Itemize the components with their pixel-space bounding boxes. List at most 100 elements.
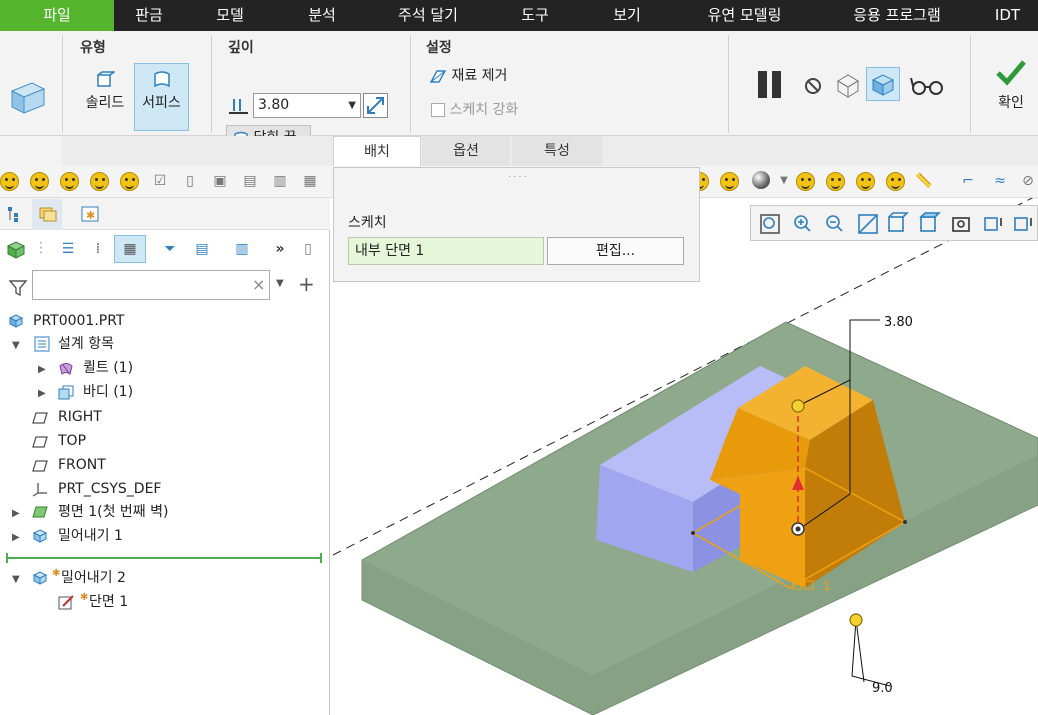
save-icon[interactable]: ▣ (210, 171, 230, 191)
tree-expand-icon[interactable]: ⁞ (88, 239, 108, 259)
tree-item-front[interactable]: FRONT (58, 454, 106, 476)
menu-applications[interactable]: 응용 프로그램 (817, 0, 977, 31)
remove-material-button[interactable]: 재료 제거 (428, 64, 528, 86)
tree-item-right[interactable]: RIGHT (58, 406, 102, 428)
tab-properties[interactable]: 특성 (512, 136, 602, 166)
curve-icon[interactable]: ≈ (990, 171, 1010, 191)
tree-settings-icon[interactable]: ▤ (192, 239, 212, 259)
angle-dimension-label[interactable]: 9.0 (872, 681, 893, 696)
tree-item-top[interactable]: TOP (58, 430, 86, 452)
smiley-icon[interactable] (826, 172, 845, 191)
smiley-icon[interactable] (120, 172, 139, 191)
verify-mode-button[interactable] (866, 67, 900, 101)
tree-root[interactable]: PRT0001.PRT (33, 310, 125, 332)
tree-item-body[interactable]: 바디 (1) (83, 381, 133, 403)
flip-direction-button[interactable] (363, 93, 388, 118)
surface-label: 서피스 (142, 95, 181, 111)
tab-placement[interactable]: 배치 (333, 136, 421, 166)
menu-file[interactable]: 파일 (0, 0, 114, 31)
depth-dimension-label[interactable]: 3.80 (884, 315, 913, 330)
menu-analysis[interactable]: 분석 (276, 0, 368, 31)
drag-handle-icon[interactable] (791, 399, 805, 413)
part-icon (8, 314, 24, 328)
solid-button[interactable]: 솔리드 (78, 63, 132, 131)
expand-toggle-icon[interactable]: ▼ (12, 340, 20, 351)
appearance-sphere-icon[interactable] (748, 171, 774, 191)
pause-icon[interactable] (754, 69, 786, 101)
expand-toggle-icon[interactable]: ▶ (12, 508, 20, 519)
menu-model[interactable]: 모델 (184, 0, 276, 31)
tree-columns-icon[interactable]: ☰ (58, 239, 78, 259)
tree-item-design-items[interactable]: 설계 항목 (58, 333, 114, 355)
add-icon[interactable]: + (298, 272, 315, 296)
depth-type-button[interactable] (226, 93, 251, 118)
expand-toggle-icon[interactable]: ▶ (12, 532, 20, 543)
zoom-fit-icon[interactable]: ⊘ (1018, 171, 1038, 191)
insert-indicator[interactable] (6, 557, 322, 559)
sketch-display-icon[interactable]: ⌐ (958, 171, 978, 191)
preview-wireframe-icon[interactable] (834, 71, 862, 99)
tree-item-section-1[interactable]: 단면 1 (89, 591, 128, 613)
favorites-icon[interactable]: ✱ (80, 205, 100, 223)
checkmark-icon (996, 60, 1026, 86)
quilt-icon (59, 363, 73, 375)
smiley-icon[interactable] (90, 172, 109, 191)
depth-value-dropdown[interactable]: 3.80 ▼ (253, 93, 361, 118)
expand-toggle-icon[interactable]: ▶ (38, 364, 46, 375)
smiley-icon[interactable] (60, 172, 79, 191)
body-icon (58, 385, 74, 400)
smiley-icon[interactable] (856, 172, 875, 191)
tree-item-extrude-1[interactable]: 밀어내기 1 (58, 525, 123, 547)
extrude-feature-icon (10, 82, 46, 114)
measure-icon[interactable]: 📏 (914, 171, 934, 191)
print-icon[interactable]: ▥ (270, 171, 290, 191)
chevron-down-icon[interactable]: ▼ (774, 171, 794, 191)
glasses-icon[interactable] (910, 75, 946, 97)
page-icon[interactable]: ▯ (298, 239, 318, 259)
no-preview-icon[interactable] (802, 75, 824, 97)
sketch-collector[interactable]: 내부 단면 1 (348, 237, 544, 265)
surface-button[interactable]: 서피스 (134, 63, 189, 131)
chevron-down-icon[interactable]: ▼ (276, 278, 284, 289)
expand-toggle-icon[interactable]: ▶ (38, 388, 46, 399)
tree-item-flat-wall[interactable]: 평면 1(첫 번째 벽) (58, 501, 168, 523)
tree-item-quilt[interactable]: 퀼트 (1) (83, 357, 133, 379)
menu-view[interactable]: 보기 (582, 0, 672, 31)
smiley-icon[interactable] (0, 172, 19, 191)
settings-group-title: 설정 (426, 40, 452, 56)
smiley-icon[interactable] (720, 172, 739, 191)
remove-material-icon (429, 70, 447, 83)
menu-sheetmetal[interactable]: 판금 (114, 0, 184, 31)
tree-filter-icon[interactable]: ⏷ (160, 239, 180, 259)
menu-tools[interactable]: 도구 (488, 0, 582, 31)
regenerate-icon[interactable]: ☑ (150, 171, 170, 191)
clear-icon[interactable]: × (252, 275, 265, 294)
filter-icon[interactable] (8, 278, 28, 298)
tree-item-extrude-2[interactable]: 밀어내기 2 (61, 567, 126, 589)
menu-idt[interactable]: IDT (977, 0, 1038, 31)
folder-browser-icon[interactable] (38, 205, 58, 223)
more-icon[interactable]: » (270, 239, 290, 259)
depth-group-title: 깊이 (228, 40, 254, 56)
menu-annotate[interactable]: 주석 달기 (368, 0, 488, 31)
tree-item-csys[interactable]: PRT_CSYS_DEF (58, 478, 161, 500)
drag-handle-icon[interactable] (849, 613, 863, 627)
edit-sketch-button[interactable]: 편집... (547, 237, 684, 265)
expand-toggle-icon[interactable]: ▼ (12, 574, 20, 585)
tab-options[interactable]: 옵션 (422, 136, 510, 166)
show-columns-button[interactable]: ▦ (114, 235, 146, 263)
smiley-icon[interactable] (886, 172, 905, 191)
smiley-icon[interactable] (30, 172, 49, 191)
close-window-icon[interactable]: ▦ (300, 171, 320, 191)
thicken-sketch-checkbox[interactable]: 스케치 강화 (430, 98, 550, 120)
model-icon[interactable] (6, 240, 26, 260)
model-tree-tab-icon[interactable] (6, 205, 24, 223)
layer-icon[interactable]: ▥ (232, 239, 252, 259)
smiley-icon[interactable] (796, 172, 815, 191)
tree-search-input[interactable] (32, 270, 270, 300)
open-icon[interactable]: ▤ (240, 171, 260, 191)
menu-flexible-modeling[interactable]: 유연 모델링 (672, 0, 817, 31)
svg-text:✱: ✱ (86, 209, 95, 222)
new-file-icon[interactable]: ▯ (180, 171, 200, 191)
confirm-button[interactable]: 확인 (985, 57, 1037, 119)
